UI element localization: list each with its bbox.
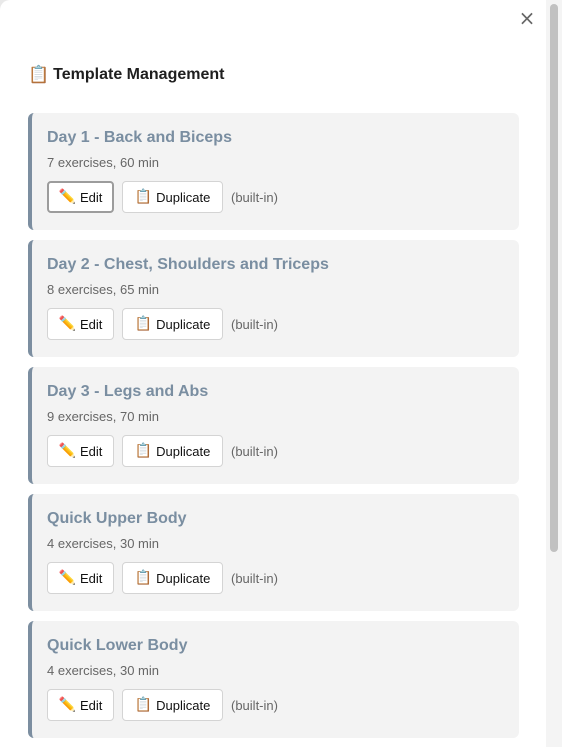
pencil-icon: ✏️ xyxy=(58,697,77,713)
duplicate-button[interactable]: 📋 Duplicate xyxy=(122,181,223,213)
duplicate-button-label: Duplicate xyxy=(156,570,211,586)
pencil-icon: ✏️ xyxy=(58,443,77,459)
template-management-modal: × 📋 Template Management Day 1 - Back and… xyxy=(0,0,546,747)
template-card: Day 1 - Back and Biceps 7 exercises, 60 … xyxy=(28,113,519,230)
template-list: Day 1 - Back and Biceps 7 exercises, 60 … xyxy=(28,113,519,747)
edit-button-label: Edit xyxy=(80,443,103,459)
pencil-icon: ✏️ xyxy=(58,189,77,205)
edit-button[interactable]: ✏️ Edit xyxy=(47,308,114,340)
clipboard-icon: 📋 xyxy=(134,189,153,205)
scrollbar-thumb[interactable] xyxy=(550,4,558,552)
template-name: Quick Upper Body xyxy=(47,510,187,527)
edit-button-label: Edit xyxy=(80,189,103,205)
edit-button-label: Edit xyxy=(80,570,103,586)
template-meta: 4 exercises, 30 min xyxy=(47,663,159,678)
template-card: Day 2 - Chest, Shoulders and Triceps 8 e… xyxy=(28,240,519,357)
built-in-tag: (built-in) xyxy=(231,697,278,713)
template-meta: 9 exercises, 70 min xyxy=(47,409,159,424)
template-card: Quick Upper Body 4 exercises, 30 min ✏️ … xyxy=(28,494,519,611)
pencil-icon: ✏️ xyxy=(58,570,77,586)
template-card: Quick Lower Body 4 exercises, 30 min ✏️ … xyxy=(28,621,519,738)
duplicate-button-label: Duplicate xyxy=(156,697,211,713)
duplicate-button-label: Duplicate xyxy=(156,443,211,459)
modal-header: 📋 Template Management xyxy=(28,64,224,86)
clipboard-icon: 📋 xyxy=(134,570,153,586)
clipboard-icon: 📋 xyxy=(134,316,153,332)
template-actions: ✏️ Edit 📋 Duplicate (built-in) xyxy=(47,181,519,213)
template-meta: 8 exercises, 65 min xyxy=(47,282,159,297)
duplicate-button[interactable]: 📋 Duplicate xyxy=(122,435,223,467)
built-in-tag: (built-in) xyxy=(231,443,278,459)
clipboard-icon: 📋 xyxy=(28,65,50,85)
template-actions: ✏️ Edit 📋 Duplicate (built-in) xyxy=(47,562,519,594)
template-card: Day 3 - Legs and Abs 9 exercises, 70 min… xyxy=(28,367,519,484)
clipboard-icon: 📋 xyxy=(134,697,153,713)
clipboard-icon: 📋 xyxy=(134,443,153,459)
template-meta: 7 exercises, 60 min xyxy=(47,155,159,170)
duplicate-button-label: Duplicate xyxy=(156,189,211,205)
duplicate-button[interactable]: 📋 Duplicate xyxy=(122,308,223,340)
built-in-tag: (built-in) xyxy=(231,570,278,586)
template-actions: ✏️ Edit 📋 Duplicate (built-in) xyxy=(47,435,519,467)
duplicate-button-label: Duplicate xyxy=(156,316,211,332)
template-name: Day 3 - Legs and Abs xyxy=(47,383,209,400)
pencil-icon: ✏️ xyxy=(58,316,77,332)
template-actions: ✏️ Edit 📋 Duplicate (built-in) xyxy=(47,308,519,340)
edit-button[interactable]: ✏️ Edit xyxy=(47,689,114,721)
edit-button[interactable]: ✏️ Edit xyxy=(47,435,114,467)
close-button[interactable]: × xyxy=(516,7,538,29)
built-in-tag: (built-in) xyxy=(231,316,278,332)
edit-button-label: Edit xyxy=(80,316,103,332)
modal-title: Template Management xyxy=(53,66,225,83)
template-name: Day 2 - Chest, Shoulders and Triceps xyxy=(47,256,329,273)
template-name: Quick Lower Body xyxy=(47,637,188,654)
edit-button[interactable]: ✏️ Edit xyxy=(47,181,114,213)
template-actions: ✏️ Edit 📋 Duplicate (built-in) xyxy=(47,689,519,721)
edit-button-label: Edit xyxy=(80,697,103,713)
duplicate-button[interactable]: 📋 Duplicate xyxy=(122,689,223,721)
vertical-scrollbar[interactable] xyxy=(546,0,562,747)
template-meta: 4 exercises, 30 min xyxy=(47,536,159,551)
built-in-tag: (built-in) xyxy=(231,189,278,205)
edit-button[interactable]: ✏️ Edit xyxy=(47,562,114,594)
template-name: Day 1 - Back and Biceps xyxy=(47,129,232,146)
duplicate-button[interactable]: 📋 Duplicate xyxy=(122,562,223,594)
